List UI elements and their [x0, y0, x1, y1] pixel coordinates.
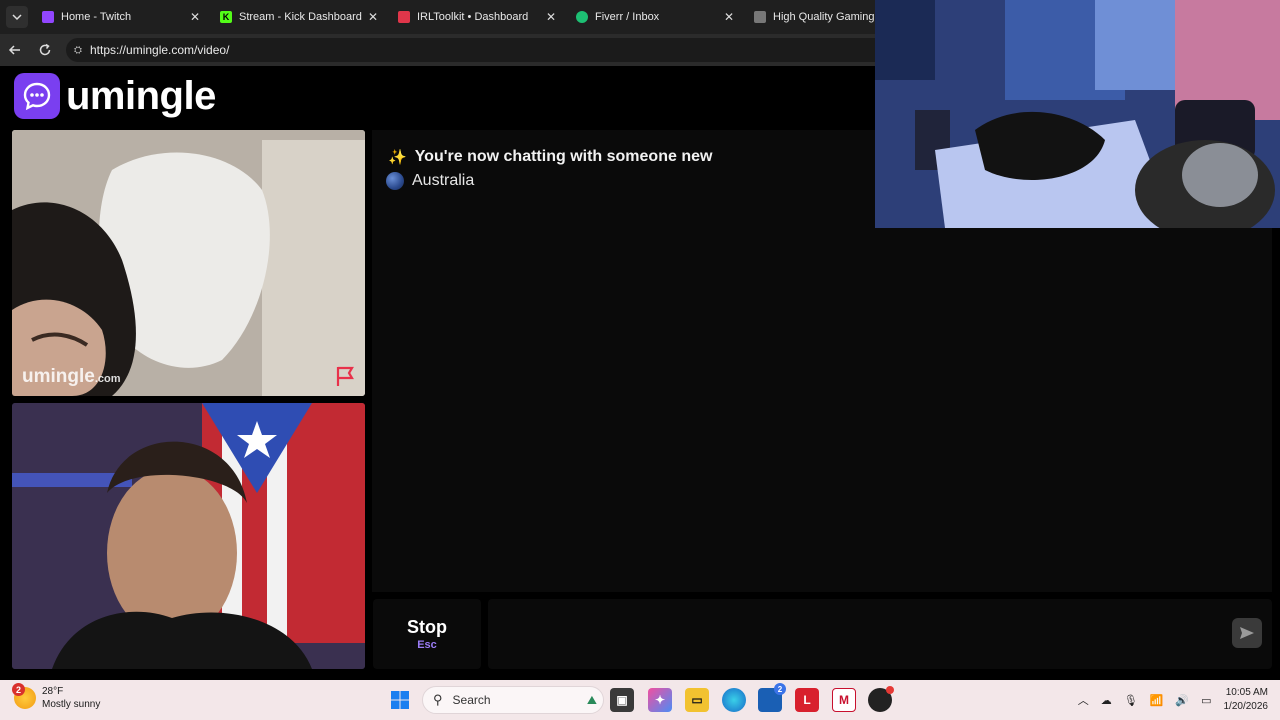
sun-icon: 2	[12, 683, 36, 709]
send-button[interactable]	[1232, 618, 1262, 648]
date: 1/20/2026	[1223, 701, 1269, 712]
report-button[interactable]	[334, 364, 358, 393]
mcafee-icon[interactable]: M	[832, 688, 856, 712]
tab-title: Fiverr / Inbox	[595, 11, 660, 23]
search-icon: ⚲	[433, 692, 443, 707]
reload-icon	[39, 43, 51, 56]
stop-label: Stop	[407, 617, 447, 637]
kick-icon: K	[220, 11, 232, 23]
stop-button[interactable]: Stop Esc	[373, 599, 481, 669]
message-input[interactable]	[488, 599, 1272, 669]
volume-icon[interactable]: 🔊	[1175, 694, 1189, 707]
streamer-webcam-overlay	[875, 0, 1280, 228]
globe-flag-icon	[386, 172, 404, 190]
tab-title: IRLToolkit • Dashboard	[417, 11, 529, 23]
windows-logo-icon	[391, 691, 409, 709]
stop-shortcut: Esc	[417, 639, 437, 651]
self-video-frame	[12, 403, 365, 669]
mail-badge: 2	[774, 683, 786, 695]
app-icon[interactable]	[868, 686, 894, 712]
umingle-watermark: umingle.com	[22, 366, 121, 388]
tab-fiverr[interactable]: Fiverr / Inbox ✕	[568, 0, 746, 34]
country-text: Australia	[412, 172, 475, 189]
close-icon[interactable]: ✕	[722, 10, 736, 24]
taskbar-search[interactable]: ⚲ Search ⛰	[422, 686, 604, 714]
fiverr-icon	[576, 11, 588, 23]
status-text: You're now chatting with someone new	[414, 148, 713, 165]
onedrive-icon[interactable]: ☁	[1101, 694, 1112, 707]
weather-widget[interactable]: 2 28°F Mostly sunny	[12, 683, 100, 711]
search-highlight-icon: ⛰	[586, 692, 597, 707]
url-text: https://umingle.com/video/	[90, 43, 230, 57]
stranger-video-frame	[12, 130, 365, 396]
battery-icon[interactable]: ▭	[1201, 694, 1211, 707]
back-button[interactable]	[0, 35, 30, 65]
tab-title: Stream - Kick Dashboard	[239, 11, 362, 23]
partner-country: Australia	[386, 172, 474, 190]
chat-bubble-icon	[14, 73, 60, 119]
search-label: Search	[452, 693, 491, 707]
notification-dot	[886, 686, 894, 694]
chevron-down-icon	[6, 6, 28, 28]
back-arrow-icon	[8, 45, 20, 55]
tab-search-button[interactable]	[0, 0, 34, 34]
windows-taskbar: 2 28°F Mostly sunny ⚲ Search ⛰ ▣ ✦ ▭ 2 L…	[0, 680, 1280, 720]
sparkles-icon: ✨	[388, 149, 407, 166]
tab-kick[interactable]: K Stream - Kick Dashboard ✕	[212, 0, 390, 34]
twitch-icon	[42, 11, 54, 23]
webcam-frame	[875, 0, 1280, 228]
site-logo[interactable]: umingle	[14, 73, 216, 119]
irltoolkit-icon	[398, 11, 410, 23]
start-button[interactable]	[388, 688, 412, 712]
close-icon[interactable]: ✕	[544, 10, 558, 24]
time: 10:05 AM	[1225, 687, 1268, 698]
clock[interactable]: 10:05 AM 1/20/2026	[1224, 686, 1269, 714]
task-view-icon[interactable]: ▣	[610, 688, 634, 712]
flag-icon	[336, 366, 354, 386]
temperature: 28°F	[42, 686, 64, 697]
wifi-icon[interactable]: 📶	[1150, 694, 1164, 707]
weather-text: 28°F Mostly sunny	[42, 685, 100, 711]
copilot-icon[interactable]: ✦	[648, 688, 672, 712]
mail-icon[interactable]: 2	[758, 683, 786, 712]
tab-title: Home - Twitch	[61, 11, 132, 23]
watermark-text: umingle	[22, 366, 95, 387]
chevron-up-icon[interactable]: ︿	[1078, 692, 1089, 708]
weather-condition: Mostly sunny	[42, 699, 101, 710]
system-message: ✨ You're now chatting with someone new	[388, 148, 712, 166]
tab-twitch[interactable]: Home - Twitch ✕	[34, 0, 212, 34]
system-tray: ︿ ☁ 🎙 📶 🔊 ▭ 10:05 AM 1/20/2026	[1078, 680, 1280, 720]
watermark-suffix: .com	[94, 373, 121, 385]
self-video	[12, 403, 365, 669]
site-info-icon[interactable]: ⛭	[74, 45, 82, 56]
weather-badge: 2	[12, 683, 25, 696]
page-icon	[754, 11, 766, 23]
logo-text: umingle	[66, 73, 216, 118]
tab-irltoolkit[interactable]: IRLToolkit • Dashboard ✕	[390, 0, 568, 34]
close-icon[interactable]: ✕	[188, 10, 202, 24]
close-icon[interactable]: ✕	[366, 10, 380, 24]
edge-browser-icon[interactable]	[722, 688, 746, 712]
stranger-video: umingle.com	[12, 130, 365, 396]
send-icon	[1240, 627, 1254, 639]
microphone-icon[interactable]: 🎙	[1124, 694, 1138, 707]
lenovo-icon[interactable]: L	[795, 688, 819, 712]
file-explorer-icon[interactable]: ▭	[685, 688, 709, 712]
reload-button[interactable]	[30, 35, 60, 65]
url-field[interactable]: ⛭ https://umingle.com/video/	[66, 38, 906, 62]
